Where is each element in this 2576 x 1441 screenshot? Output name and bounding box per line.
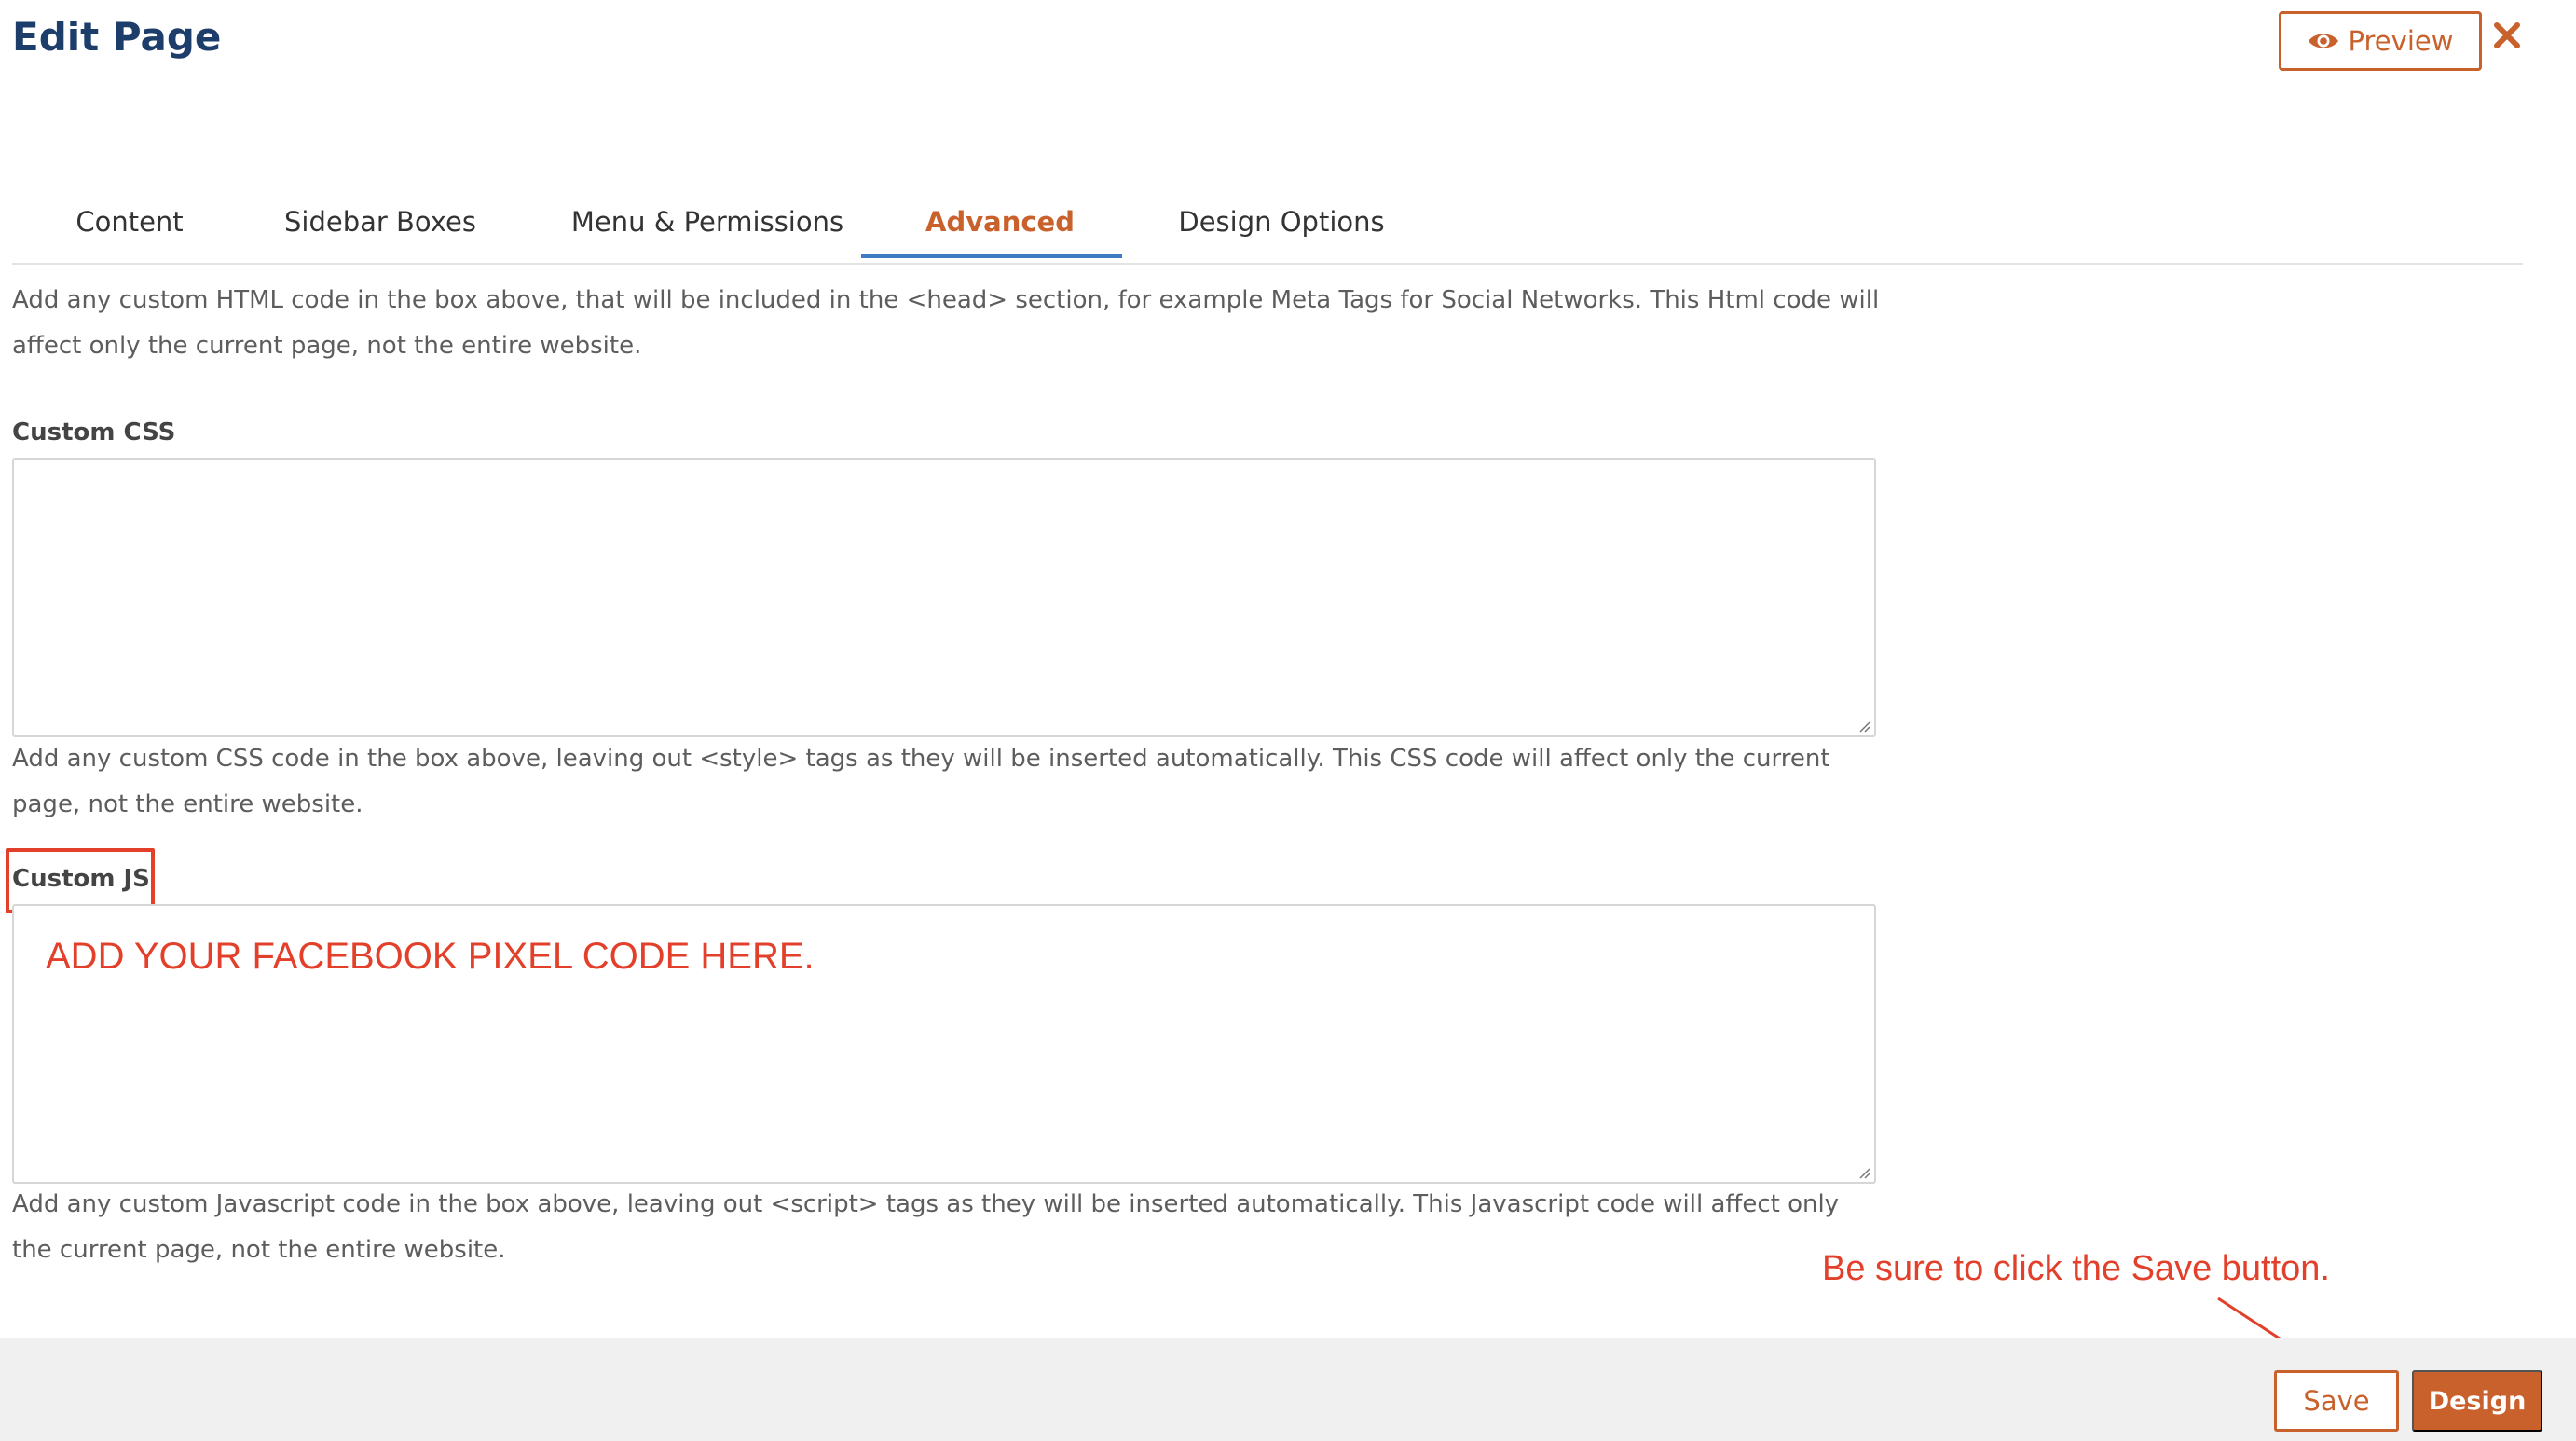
tab-advanced[interactable]: Advanced: [916, 185, 1084, 263]
custom-css-help-text: Add any custom CSS code in the box above…: [12, 745, 1830, 818]
tab-content[interactable]: Content: [68, 185, 191, 263]
tab-menu-permissions[interactable]: Menu & Permissions: [563, 185, 852, 263]
custom-head-help-text: Add any custom HTML code in the box abov…: [12, 289, 1880, 360]
preview-button[interactable]: Preview: [2279, 11, 2482, 71]
save-hint-annotation: Be sure to click the Save button.: [1822, 1249, 2330, 1288]
custom-css-textarea[interactable]: [12, 458, 1876, 737]
save-button[interactable]: Save: [2274, 1370, 2399, 1432]
resize-grip-icon[interactable]: [1857, 1165, 1870, 1179]
resize-grip-icon[interactable]: [1857, 719, 1870, 733]
tab-sidebar-boxes[interactable]: Sidebar Boxes: [268, 185, 492, 263]
preview-label: Preview: [2348, 25, 2454, 57]
page-title: Edit Page: [12, 14, 222, 60]
custom-css-label: Custom CSS: [12, 419, 176, 446]
design-button[interactable]: Design: [2412, 1370, 2542, 1432]
close-icon[interactable]: [2487, 13, 2528, 58]
custom-js-textarea[interactable]: ADD YOUR FACEBOOK PIXEL CODE HERE.: [12, 904, 1876, 1184]
footer-bar: [0, 1338, 2576, 1441]
facebook-pixel-annotation: ADD YOUR FACEBOOK PIXEL CODE HERE.: [46, 936, 815, 977]
active-tab-indicator: [861, 254, 1122, 258]
custom-js-help-text: Add any custom Javascript code in the bo…: [12, 1190, 1840, 1264]
custom-js-label: Custom JS: [12, 865, 150, 893]
eye-icon: [2308, 31, 2339, 51]
tab-design-options[interactable]: Design Options: [1165, 185, 1398, 263]
tab-bar: Content Sidebar Boxes Menu & Permissions…: [12, 185, 2523, 265]
